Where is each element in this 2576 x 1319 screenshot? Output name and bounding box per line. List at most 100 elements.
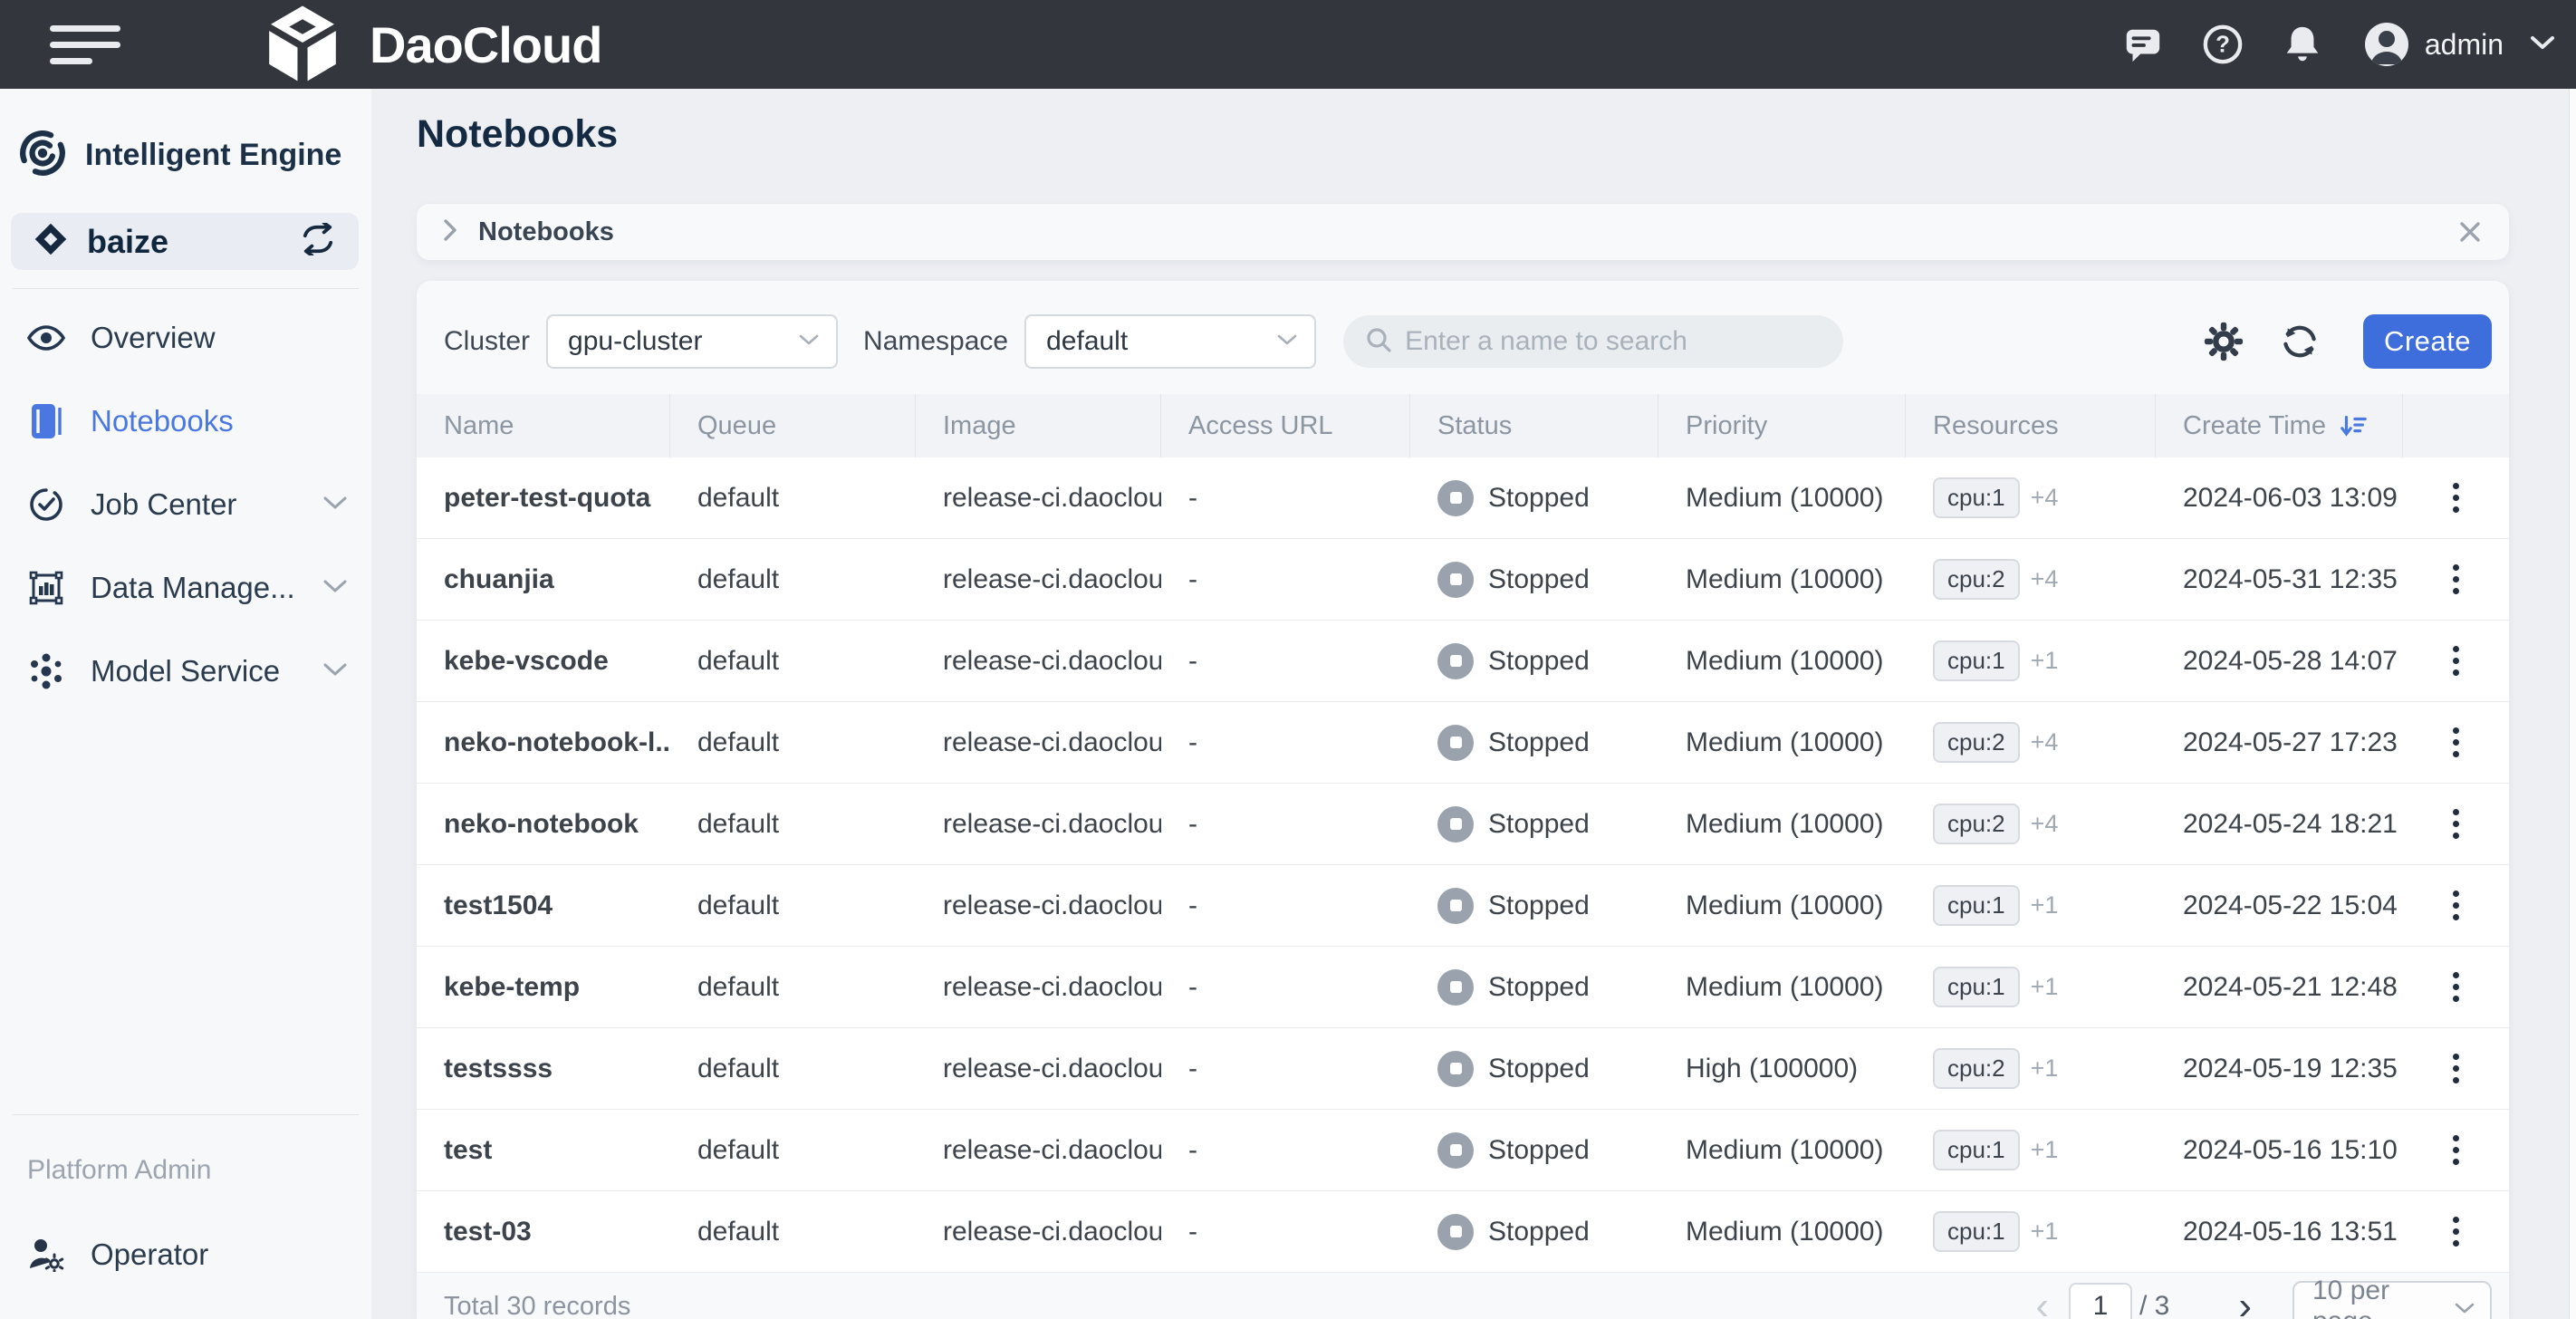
row-actions-kebab-icon[interactable]: [2444, 1208, 2468, 1256]
menu-toggle-icon[interactable]: [50, 25, 120, 64]
search-input[interactable]: [1405, 326, 1821, 357]
resource-badge: cpu:1: [1933, 967, 2020, 1007]
notebook-name[interactable]: chuanjia: [417, 539, 670, 620]
resource-extra-count[interactable]: +1: [2031, 973, 2059, 1001]
platform-admin-label: Platform Admin: [0, 1155, 371, 1186]
column-header-priority[interactable]: Priority: [1658, 394, 1906, 457]
table-body: peter-test-quota default release-ci.daoc…: [417, 457, 2509, 1273]
workspace-switch-icon[interactable]: [299, 223, 337, 260]
table-row[interactable]: kebe-temp default release-ci.daoclou... …: [417, 947, 2509, 1028]
resources-cell: cpu:1 +4: [1906, 457, 2156, 538]
notebook-name[interactable]: peter-test-quota: [417, 457, 670, 538]
row-actions-kebab-icon[interactable]: [2444, 718, 2468, 766]
page-number-input[interactable]: [2069, 1283, 2132, 1319]
resource-extra-count[interactable]: +1: [2031, 647, 2059, 675]
actions-cell: [2403, 865, 2509, 946]
queue-cell: default: [670, 1110, 916, 1190]
chevron-down-icon[interactable]: [322, 662, 348, 681]
namespace-select[interactable]: default: [1024, 314, 1316, 369]
table-row[interactable]: test-03 default release-ci.daoclou... - …: [417, 1191, 2509, 1273]
resource-extra-count[interactable]: +4: [2031, 810, 2059, 838]
row-actions-kebab-icon[interactable]: [2444, 637, 2468, 685]
column-header-status[interactable]: Status: [1410, 394, 1658, 457]
sidebar-item-overview[interactable]: Overview: [0, 296, 371, 380]
table-row[interactable]: test1504 default release-ci.daoclou... -…: [417, 865, 2509, 947]
column-header-resources[interactable]: Resources: [1906, 394, 2156, 457]
notebook-name[interactable]: kebe-vscode: [417, 621, 670, 701]
breadcrumb[interactable]: Notebooks: [478, 217, 614, 247]
feedback-icon[interactable]: [2122, 24, 2164, 65]
chevron-down-icon[interactable]: [322, 579, 348, 598]
sidebar-item-operator[interactable]: Operator: [0, 1213, 371, 1296]
sidebar-item-notebooks[interactable]: Notebooks: [0, 380, 371, 463]
close-icon[interactable]: [2456, 218, 2484, 246]
column-header-access-url[interactable]: Access URL: [1161, 394, 1410, 457]
status-cell: Stopped: [1410, 1191, 1658, 1272]
next-page-chevron-icon[interactable]: ›: [2238, 1286, 2252, 1319]
row-actions-kebab-icon[interactable]: [2444, 474, 2468, 522]
resource-extra-count[interactable]: +1: [2031, 1054, 2059, 1083]
image-cell: release-ci.daoclou...: [916, 1191, 1161, 1272]
row-actions-kebab-icon[interactable]: [2444, 800, 2468, 848]
status-stopped-icon: [1437, 1132, 1474, 1169]
notebook-name[interactable]: test-03: [417, 1191, 670, 1272]
resource-extra-count[interactable]: +4: [2031, 565, 2059, 593]
row-actions-kebab-icon[interactable]: [2444, 555, 2468, 603]
table-row[interactable]: neko-notebook-l... default release-ci.da…: [417, 702, 2509, 784]
notebook-name[interactable]: test: [417, 1110, 670, 1190]
table-row[interactable]: testssss default release-ci.daoclou... -…: [417, 1028, 2509, 1110]
username-label[interactable]: admin: [2425, 28, 2504, 62]
column-header-queue[interactable]: Queue: [670, 394, 916, 457]
sidebar-item-job-center[interactable]: Job Center: [0, 463, 371, 546]
create-time-cell: 2024-05-31 12:35: [2156, 539, 2403, 620]
page-scrollbar[interactable]: [2569, 89, 2576, 1319]
row-actions-kebab-icon[interactable]: [2444, 963, 2468, 1011]
refresh-icon[interactable]: [2280, 322, 2320, 361]
row-actions-kebab-icon[interactable]: [2444, 881, 2468, 929]
row-actions-kebab-icon[interactable]: [2444, 1126, 2468, 1174]
resource-badge: cpu:2: [1933, 559, 2020, 600]
create-button[interactable]: Create: [2363, 314, 2492, 369]
daocloud-logo-icon: [261, 1, 344, 89]
table-row[interactable]: peter-test-quota default release-ci.daoc…: [417, 457, 2509, 539]
resource-extra-count[interactable]: +4: [2031, 728, 2059, 756]
resource-extra-count[interactable]: +1: [2031, 1218, 2059, 1246]
workspace-selector[interactable]: baize: [11, 213, 359, 270]
table-row[interactable]: neko-notebook default release-ci.daoclou…: [417, 784, 2509, 865]
column-header-name[interactable]: Name: [417, 394, 670, 457]
create-time-cell: 2024-05-16 13:51: [2156, 1191, 2403, 1272]
column-header-create-time[interactable]: Create Time: [2156, 394, 2403, 457]
workspace-name: baize: [87, 223, 168, 261]
table-row[interactable]: kebe-vscode default release-ci.daoclou..…: [417, 621, 2509, 702]
table-row[interactable]: test default release-ci.daoclou... - Sto…: [417, 1110, 2509, 1191]
sort-descending-icon[interactable]: [2339, 411, 2368, 440]
chevron-down-icon[interactable]: [322, 496, 348, 515]
search-box[interactable]: [1343, 315, 1843, 368]
resource-extra-count[interactable]: +1: [2031, 891, 2059, 919]
user-avatar[interactable]: [2365, 23, 2408, 66]
notebook-name[interactable]: neko-notebook: [417, 784, 670, 864]
settings-gear-icon[interactable]: [2204, 322, 2244, 361]
create-time-cell: 2024-05-27 17:23: [2156, 702, 2403, 783]
sidebar-item-data-management[interactable]: Data Manage...: [0, 546, 371, 630]
table-row[interactable]: chuanjia default release-ci.daoclou... -…: [417, 539, 2509, 621]
help-icon[interactable]: ?: [2202, 24, 2244, 65]
intelligent-engine-icon: [18, 129, 67, 182]
row-actions-kebab-icon[interactable]: [2444, 1045, 2468, 1093]
sidebar-item-model-service[interactable]: Model Service: [0, 630, 371, 713]
resource-extra-count[interactable]: +1: [2031, 1136, 2059, 1164]
cluster-select[interactable]: gpu-cluster: [546, 314, 838, 369]
column-header-image[interactable]: Image: [916, 394, 1161, 457]
resource-badge: cpu:1: [1933, 1211, 2020, 1252]
notebook-name[interactable]: testssss: [417, 1028, 670, 1109]
notebook-name[interactable]: kebe-temp: [417, 947, 670, 1027]
status-cell: Stopped: [1410, 1110, 1658, 1190]
notebook-name[interactable]: test1504: [417, 865, 670, 946]
notifications-bell-icon[interactable]: [2282, 24, 2323, 65]
page-size-select[interactable]: 10 per page: [2292, 1281, 2492, 1319]
notebook-name[interactable]: neko-notebook-l...: [417, 702, 670, 783]
prev-page-chevron-icon[interactable]: ‹: [2035, 1286, 2049, 1319]
user-menu-chevron-down-icon[interactable]: [2529, 34, 2556, 56]
resource-extra-count[interactable]: +4: [2031, 484, 2059, 512]
actions-cell: [2403, 457, 2509, 538]
